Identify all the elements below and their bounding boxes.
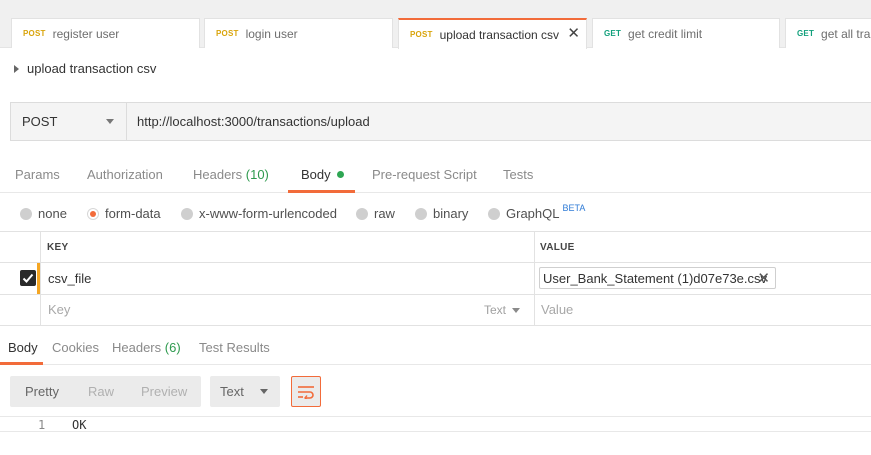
response-tab-headers[interactable]: Headers (6) [112,340,181,355]
request-tabs-bar: POST register user POST login user POST … [0,0,871,49]
url-bar: POST http://localhost:3000/transactions/… [10,102,871,141]
radio-label: raw [374,206,395,221]
format-value: Text [220,384,244,399]
tab-headers[interactable]: Headers (10) [193,167,269,182]
tab-register-user[interactable]: POST register user [11,18,200,48]
radio-label: GraphQL [506,206,560,221]
radio-label: x-www-form-urlencoded [199,206,337,221]
tab-get-all-transactions[interactable]: GET get all tran [785,18,871,48]
remove-file-icon[interactable]: ✕ [757,269,770,287]
table-header-row: KEY VALUE [0,232,871,263]
method-badge: POST [23,29,46,38]
radio-graphql[interactable]: GraphQL BETA [488,202,586,221]
row-edit-indicator [37,263,40,294]
tab-label: get all tran [821,26,871,41]
tab-label: upload transaction csv [439,27,559,42]
value-column-header: VALUE [540,242,575,253]
tab-login-user[interactable]: POST login user [204,18,393,48]
chevron-down-icon [260,389,268,394]
form-data-table: KEY VALUE csv_file User_Bank_Statement (… [0,231,871,326]
url-input[interactable]: http://localhost:3000/transactions/uploa… [137,103,370,140]
radio-circle-icon [20,207,32,220]
active-tab-indicator [288,190,355,193]
request-config-tabs: Params Authorization Headers (10) Body P… [0,156,871,193]
active-tab-indicator [0,362,43,365]
key-column-header: KEY [47,242,69,253]
radio-circle-icon [488,207,500,220]
wrap-lines-button[interactable] [291,376,321,407]
radio-label: none [38,206,67,221]
value-input[interactable]: Value [541,302,573,317]
view-raw-button[interactable]: Raw [88,384,114,399]
body-type-selector: none form-data x-www-form-urlencoded raw… [0,203,871,227]
row-enabled-checkbox[interactable] [20,270,36,286]
tab-pre-request-script[interactable]: Pre-request Script [372,167,477,182]
tab-tests[interactable]: Tests [503,167,533,182]
radio-binary[interactable]: binary [415,206,468,221]
code-line: OK [72,418,87,432]
radio-label: binary [433,206,469,221]
method-value: POST [22,114,58,129]
view-preview-button[interactable]: Preview [141,384,187,399]
line-number: 1 [38,418,46,432]
tab-body-label: Body [301,167,331,182]
response-body-editor[interactable]: 1 OK [0,416,871,432]
beta-badge: BETA [562,202,586,213]
caret-right-icon[interactable] [14,64,19,73]
tab-label: login user [245,26,298,41]
radio-circle-icon [415,207,427,220]
radio-circle-icon [181,207,193,220]
request-title[interactable]: upload transaction csv [14,61,156,76]
method-badge: POST [216,29,239,38]
tab-params[interactable]: Params [15,167,60,182]
response-tabs: Body Cookies Headers (6) Test Results [0,333,871,365]
format-select[interactable]: Text [210,376,280,407]
chevron-down-icon [512,307,521,313]
radio-circle-icon [356,207,368,220]
radio-selected-icon [87,207,99,220]
radio-label: form-data [105,206,161,221]
tab-headers-label: Headers [193,167,243,182]
method-badge: POST [410,30,433,39]
method-badge: GET [604,29,622,38]
tab-label: register user [52,26,120,41]
table-row: csv_file User_Bank_Statement (1)d07e73e.… [0,263,871,295]
radio-raw[interactable]: raw [356,206,395,221]
method-select[interactable]: POST [11,103,127,140]
method-badge: GET [797,29,815,38]
file-name: User_Bank_Statement (1)d07e73e.csv [543,270,768,286]
headers-count: (10) [245,167,269,182]
tab-get-credit-limit[interactable]: GET get credit limit [592,18,780,48]
key-cell[interactable]: csv_file [48,271,91,286]
key-input[interactable]: Key [48,302,70,317]
view-pretty-button[interactable]: Pretty [25,384,59,399]
wrap-lines-icon [298,385,314,399]
key-type-value: Text [484,303,507,317]
key-type-select[interactable]: Text [484,303,521,317]
chevron-down-icon [106,119,114,124]
response-tab-test-results[interactable]: Test Results [199,340,270,355]
close-tab-icon[interactable]: ✕ [567,26,580,42]
radio-form-data[interactable]: form-data [87,206,161,221]
file-chip[interactable]: User_Bank_Statement (1)d07e73e.csv ✕ [539,267,776,289]
divider [0,431,871,432]
tab-body[interactable]: Body [301,167,344,182]
radio-x-www-form-urlencoded[interactable]: x-www-form-urlencoded [181,206,337,221]
body-active-dot-icon [336,171,344,178]
tab-authorization[interactable]: Authorization [87,167,163,182]
view-mode-group: Pretty Raw Preview [10,376,201,407]
tab-label: get credit limit [628,26,703,41]
request-name: upload transaction csv [27,61,157,76]
tab-upload-transaction-csv[interactable]: POST upload transaction csv ✕ [398,18,587,49]
response-headers-count: (6) [164,340,181,355]
response-tab-cookies[interactable]: Cookies [52,340,99,355]
response-headers-label: Headers [112,340,162,355]
table-row-new: Key Text Value [0,295,871,326]
checkmark-icon [22,273,34,283]
radio-none[interactable]: none [20,206,67,221]
response-tab-body[interactable]: Body [8,340,38,355]
